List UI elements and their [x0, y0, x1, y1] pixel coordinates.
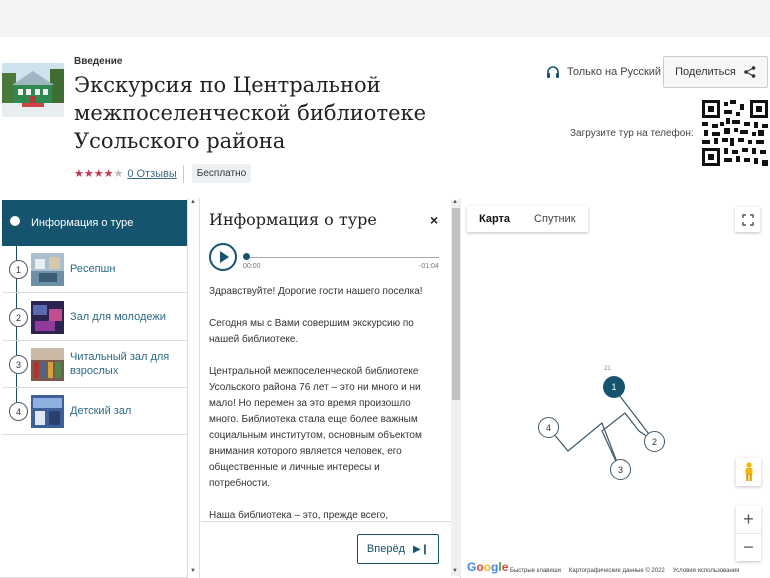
paragraph: Здравствуйте! Дорогие гости нашего посел…: [209, 286, 423, 297]
map-marker-3[interactable]: 3: [610, 459, 631, 480]
price-badge: Бесплатно: [191, 164, 252, 183]
google-logo: Google: [467, 560, 509, 574]
sidebar-item-tour-info[interactable]: Информация о туре: [2, 200, 187, 246]
sidebar-item-stop-3[interactable]: 3 Читальный зал для взрослых: [2, 341, 187, 388]
stop-label: Читальный зал для взрослых: [70, 351, 170, 377]
panel-scrollbar-thumb[interactable]: [452, 208, 460, 400]
browser-top-strip: [0, 0, 770, 37]
timeline-dot: [10, 216, 20, 226]
panel-title: Информация о туре: [209, 210, 377, 229]
scroll-up-arrow[interactable]: ▲: [190, 199, 196, 205]
stop-thumbnail: [31, 395, 64, 428]
map-small-label: 21: [604, 366, 611, 372]
stop-label: Зал для молодежи: [70, 311, 166, 323]
street-view-button[interactable]: [736, 458, 761, 486]
stop-number: 2: [9, 308, 28, 327]
rating-row: ★★★★★ 0 Отзывы Бесплатно: [74, 164, 252, 183]
tour-description: Здравствуйте! Дорогие гости нашего посел…: [209, 284, 441, 520]
fullscreen-icon: [741, 213, 754, 226]
stop-thumbnail: [31, 348, 64, 381]
pegman-icon: [745, 462, 752, 481]
map-marker-4[interactable]: 4: [538, 417, 559, 438]
paragraph: Центральной межпоселенческой библиотеке …: [209, 366, 422, 489]
stop-number: 3: [9, 355, 28, 374]
map-data-label: Картографические данные © 2022: [568, 568, 665, 574]
language-label: Только на Русский: [567, 65, 662, 78]
audio-progress-track[interactable]: [246, 257, 439, 258]
sidebar-item-label: Информация о туре: [31, 217, 134, 229]
keyboard-shortcuts-link[interactable]: Быстрые клавиши: [510, 568, 561, 574]
next-label: Вперёд: [366, 543, 405, 555]
map-attribution: Быстрые клавиши Картографические данные …: [510, 568, 739, 574]
rating-stars: ★★★★★: [74, 168, 124, 180]
reviews-link[interactable]: 0 Отзывы: [127, 168, 176, 180]
sidebar-item-stop-2[interactable]: 2 Зал для молодежи: [2, 294, 187, 341]
share-label: Поделиться: [675, 66, 736, 78]
stop-thumbnail: [31, 253, 64, 286]
zoom-in-button[interactable]: +: [736, 506, 761, 533]
play-button[interactable]: [209, 243, 237, 271]
qr-code-icon[interactable]: [702, 100, 768, 166]
sidebar-item-stop-1[interactable]: 1 Ресепшн: [2, 246, 187, 293]
audio-time-elapsed: 00:00: [243, 263, 261, 270]
headphones-icon: [547, 66, 559, 78]
next-button[interactable]: Вперёд ▶❙: [357, 534, 439, 564]
map-type-switch: Карта Спутник: [467, 206, 588, 232]
stop-label: Ресепшн: [70, 263, 116, 275]
paragraph: Сегодня мы с Вами совершим экскурсию по …: [209, 318, 414, 345]
scroll-down-arrow[interactable]: ▼: [452, 568, 458, 574]
page-title: Экскурсия по Центральной межпоселенческо…: [74, 73, 427, 153]
stop-number: 1: [9, 260, 28, 279]
section-intro-label: Введение: [74, 56, 123, 67]
terms-link[interactable]: Условия использования: [673, 568, 740, 574]
share-icon: [744, 66, 756, 78]
paragraph: Наша библиотека – это, прежде всего,: [209, 510, 389, 520]
map-marker-1[interactable]: 1: [603, 376, 625, 398]
stop-label: Детский зал: [70, 405, 132, 417]
scroll-up-arrow[interactable]: ▲: [452, 199, 458, 205]
share-button[interactable]: Поделиться: [663, 56, 768, 88]
fullscreen-button[interactable]: [735, 207, 760, 232]
map-type-map-button[interactable]: Карта: [467, 206, 522, 232]
tour-header: Введение Экскурсия по Центральной межпос…: [0, 37, 770, 198]
audio-progress-handle[interactable]: [243, 253, 250, 260]
sidebar-item-stop-4[interactable]: 4 Детский зал: [2, 388, 187, 435]
stop-thumbnail: [31, 301, 64, 334]
map-marker-2[interactable]: 2: [644, 431, 665, 452]
skip-next-icon: ▶❙: [413, 543, 430, 555]
audio-time-remaining: -01:04: [419, 263, 439, 270]
close-icon[interactable]: ×: [430, 212, 438, 228]
stop-number: 4: [9, 402, 28, 421]
scroll-down-arrow[interactable]: ▼: [190, 568, 196, 574]
divider: [182, 164, 184, 183]
zoom-controls: + −: [736, 506, 761, 561]
language-indicator: Только на Русский: [546, 65, 661, 78]
map-type-satellite-button[interactable]: Спутник: [522, 206, 587, 232]
tour-cover-image: [2, 63, 64, 117]
download-label: Загрузите тур на телефон:: [570, 128, 694, 139]
zoom-out-button[interactable]: −: [736, 534, 761, 561]
